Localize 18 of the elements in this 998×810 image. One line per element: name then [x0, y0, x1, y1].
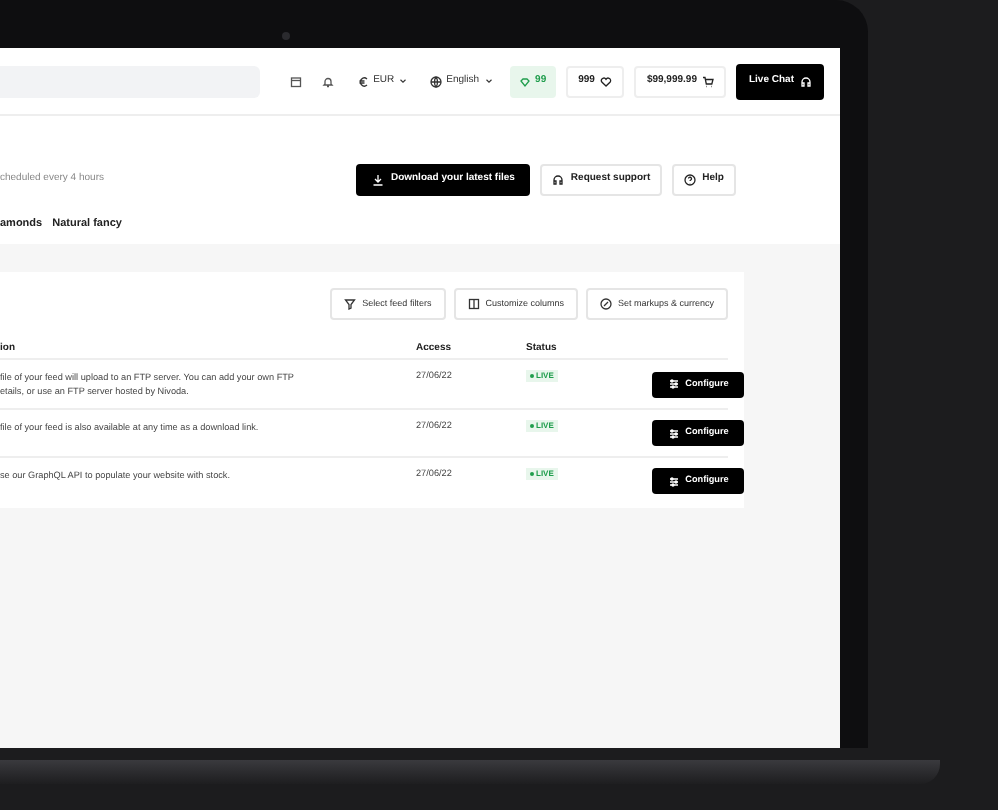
calendar-icon — [289, 75, 302, 87]
heart-icon — [600, 75, 613, 87]
cart-icon — [702, 75, 715, 87]
headset-icon — [800, 75, 812, 87]
filter-icon — [344, 298, 357, 311]
help-icon — [684, 174, 697, 186]
bell-icon — [321, 75, 334, 87]
headset-icon — [552, 174, 565, 186]
sliders-icon — [667, 475, 680, 488]
euro-icon — [357, 75, 370, 87]
chevron-down-icon — [483, 76, 494, 86]
download-icon — [372, 174, 385, 186]
columns-icon — [467, 298, 480, 311]
gems-icon — [519, 75, 532, 87]
chevron-down-icon — [398, 76, 409, 86]
sliders-icon — [667, 378, 680, 391]
sliders-icon — [667, 427, 680, 440]
globe-icon — [430, 75, 443, 87]
